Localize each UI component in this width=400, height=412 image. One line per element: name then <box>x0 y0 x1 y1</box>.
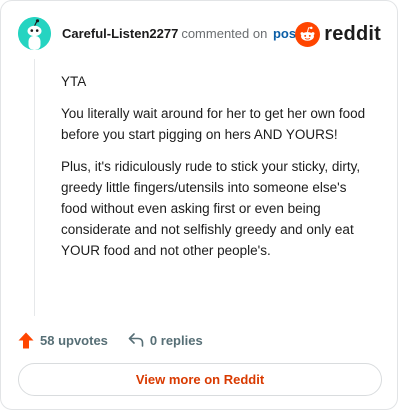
comment-header: Careful-Listen2277 commented on post redd… <box>18 17 381 51</box>
thread-line <box>34 59 35 316</box>
comment-actions: 58 upvotes 0 replies <box>18 329 203 351</box>
reddit-logo[interactable]: reddit <box>295 19 381 49</box>
reply-arrow-icon <box>128 333 144 347</box>
user-avatar[interactable] <box>18 17 51 50</box>
snoo-avatar-icon <box>18 17 51 50</box>
comment-body: YTA You literally wait around for her to… <box>61 71 371 272</box>
view-more-button[interactable]: View more on Reddit <box>18 363 382 396</box>
reply-count: 0 replies <box>149 332 203 348</box>
commented-on-text: commented on <box>181 26 268 41</box>
embedded-comment-card: Careful-Listen2277 commented on post redd… <box>0 0 398 410</box>
reddit-wordmark: reddit <box>324 22 381 45</box>
comment-paragraph: YTA <box>61 74 87 89</box>
upvote-arrow-icon <box>18 332 34 348</box>
upvote-count: 58 upvotes <box>40 332 108 348</box>
reddit-snoo-icon <box>295 21 321 47</box>
comment-paragraph: You literally wait around for her to get… <box>61 106 366 142</box>
replies-button[interactable]: 0 replies <box>128 333 203 348</box>
comment-paragraph: Plus, it's ridiculously rude to stick yo… <box>61 159 361 258</box>
view-more-label: View more on Reddit <box>135 372 265 387</box>
upvote-button[interactable]: 58 upvotes <box>18 332 108 349</box>
comment-meta: Careful-Listen2277 commented on post <box>62 26 300 42</box>
username[interactable]: Careful-Listen2277 <box>62 26 178 41</box>
